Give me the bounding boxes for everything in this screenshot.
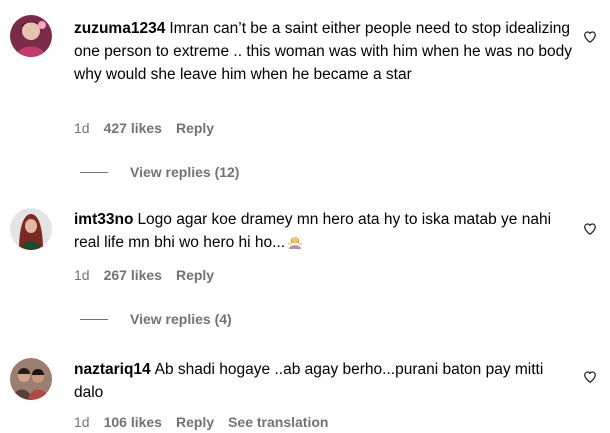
user-avatar[interactable] <box>10 15 52 57</box>
comment-text-block: naztariq14 Ab shadi hogaye ..ab agay berh… <box>74 358 574 404</box>
see-translation-button[interactable]: See translation <box>228 414 328 430</box>
username[interactable]: imt33no <box>74 211 133 228</box>
reply-button[interactable]: Reply <box>176 267 214 283</box>
likes-count[interactable]: 427 likes <box>104 120 162 136</box>
replies-divider <box>80 171 108 173</box>
heart-outline-icon[interactable] <box>583 370 597 384</box>
reply-button[interactable]: Reply <box>176 120 214 136</box>
heart-outline-icon[interactable] <box>583 30 597 44</box>
reply-button[interactable]: Reply <box>176 414 214 430</box>
comment-text: Logo agar koe dramey mn hero ata hy to i… <box>74 211 552 251</box>
woman-shrugging-emoji <box>288 236 303 249</box>
user-avatar[interactable] <box>10 208 52 250</box>
user-avatar[interactable] <box>10 358 52 400</box>
likes-count[interactable]: 267 likes <box>104 267 162 283</box>
replies-divider <box>80 318 108 320</box>
view-replies-button[interactable]: View replies (4) <box>80 310 232 328</box>
view-replies-button[interactable]: View replies (12) <box>80 163 239 181</box>
username[interactable]: zuzuma1234 <box>74 20 165 37</box>
comment-item: zuzuma1234 Imran can’t be a saint either … <box>0 0 610 200</box>
comment-meta: 1d 106 likes Reply See translation <box>74 414 342 430</box>
comment-item: naztariq14 Ab shadi hogaye ..ab agay berh… <box>0 340 610 433</box>
comment-meta: 1d 267 likes Reply <box>74 267 228 283</box>
likes-count[interactable]: 106 likes <box>104 414 162 430</box>
view-replies-label: View replies (4) <box>130 311 232 327</box>
comment-meta: 1d 427 likes Reply <box>74 120 228 136</box>
username[interactable]: naztariq14 <box>74 361 151 378</box>
comment-item: imt33no Logo agar koe dramey mn hero ata … <box>0 200 610 340</box>
view-replies-label: View replies (12) <box>130 164 240 180</box>
heart-outline-icon[interactable] <box>583 222 597 236</box>
comment-age: 1d <box>74 267 90 283</box>
comment-age: 1d <box>74 120 90 136</box>
comment-text-block: zuzuma1234 Imran can’t be a saint either … <box>74 17 574 86</box>
comment-age: 1d <box>74 414 90 430</box>
comment-text-block: imt33no Logo agar koe dramey mn hero ata … <box>74 208 574 254</box>
